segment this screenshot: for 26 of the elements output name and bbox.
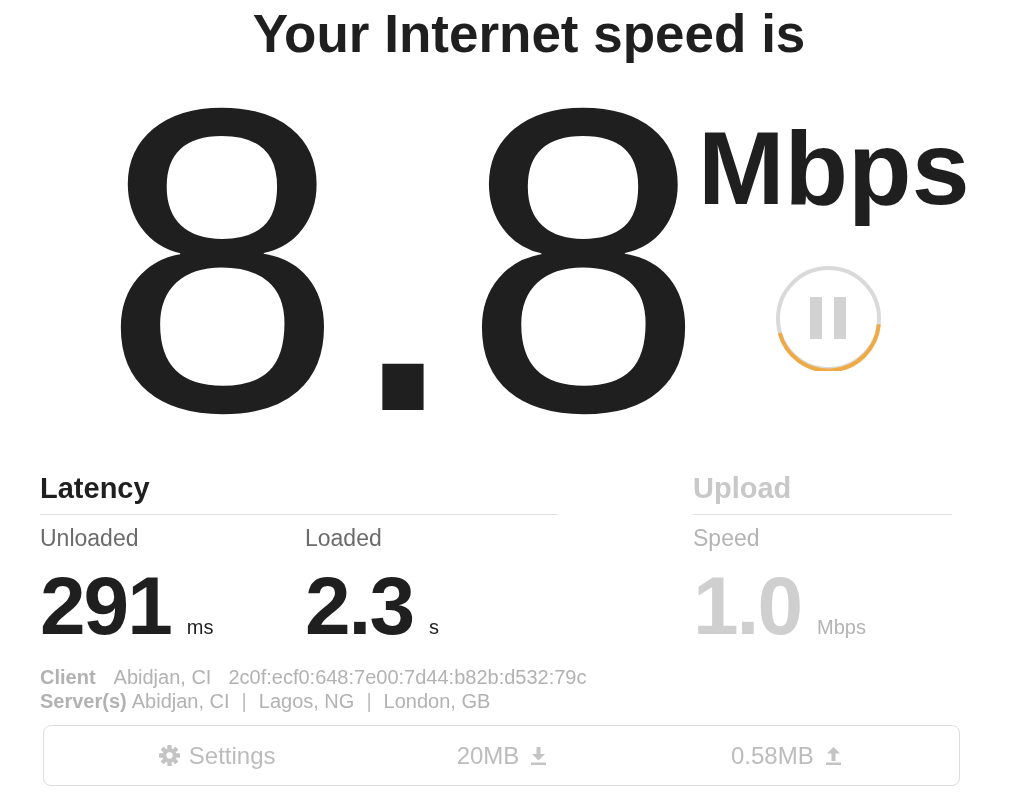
pause-icon <box>810 297 847 340</box>
settings-link[interactable]: Settings <box>158 741 276 770</box>
metric-unit: ms <box>186 615 214 640</box>
client-address: 2c0f:ecf0:648:7e00:7d44:b82b:d532:79c <box>228 665 587 690</box>
client-label: Client <box>40 665 96 690</box>
section-heading: Latency <box>40 471 150 506</box>
server-location: Lagos, NG <box>258 689 355 714</box>
servers-label: Server(s) <box>40 689 127 714</box>
download-icon <box>531 746 547 765</box>
metric-label: Unloaded <box>40 524 139 553</box>
client-location: Abidjan, CI <box>113 665 212 690</box>
separator: | <box>365 689 373 714</box>
upload-icon <box>825 746 841 765</box>
metric-value: 2.3 <box>305 565 413 648</box>
metric-label: Speed <box>693 524 760 553</box>
server-location: Abidjan, CI <box>131 689 230 714</box>
upload-size: 0.58MB <box>730 741 814 770</box>
page-title: Your Internet speed is <box>252 3 806 64</box>
metric-unit: s <box>429 615 439 640</box>
metric-unit: Mbps <box>817 615 866 640</box>
server-location: London, GB <box>383 689 491 714</box>
metric-label: Loaded <box>305 524 382 553</box>
settings-icon <box>158 745 180 767</box>
separator: | <box>240 689 248 714</box>
metric-value: 291 <box>40 565 171 648</box>
download-size: 20MB <box>456 741 520 770</box>
